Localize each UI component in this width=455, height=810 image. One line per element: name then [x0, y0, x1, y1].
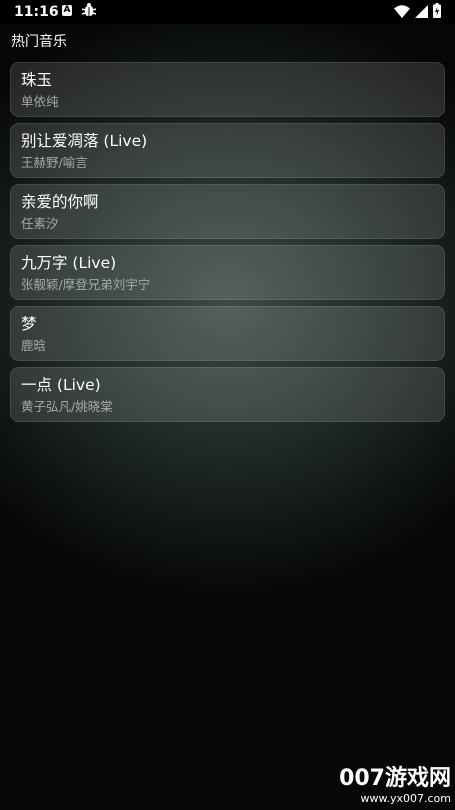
- song-item[interactable]: 九万字 (Live) 张靓颖/摩登兄弟刘宇宁: [10, 245, 445, 300]
- song-title: 别让爱凋落 (Live): [21, 132, 148, 150]
- a-notification-icon: A: [62, 5, 72, 16]
- status-icons: [394, 2, 441, 22]
- song-item[interactable]: 一点 (Live) 黄子弘凡/姚晓棠: [10, 367, 445, 422]
- song-artist: 黄子弘凡/姚晓棠: [21, 399, 113, 414]
- song-list: 珠玉 单依纯 别让爱凋落 (Live) 王赫野/喻言 亲爱的你啊 任素汐 九万字…: [10, 62, 445, 422]
- song-title: 一点 (Live): [21, 376, 101, 394]
- song-item[interactable]: 梦 鹿晗: [10, 306, 445, 361]
- status-bar: 11:16 A: [0, 0, 455, 24]
- bug-icon: [81, 2, 97, 23]
- status-time: 11:16: [14, 4, 59, 20]
- song-artist: 鹿晗: [21, 338, 47, 353]
- song-title: 亲爱的你啊: [21, 193, 99, 211]
- watermark-url: www.yx007.com: [360, 792, 451, 805]
- battery-icon: [433, 2, 441, 22]
- song-artist: 王赫野/喻言: [21, 155, 88, 170]
- song-item[interactable]: 珠玉 单依纯: [10, 62, 445, 117]
- song-artist: 单依纯: [21, 94, 59, 109]
- watermark-brand: 007游戏网: [339, 766, 451, 791]
- song-item[interactable]: 别让爱凋落 (Live) 王赫野/喻言: [10, 123, 445, 178]
- song-title: 梦: [21, 315, 37, 333]
- section-title: 热门音乐: [11, 34, 67, 50]
- song-item[interactable]: 亲爱的你啊 任素汐: [10, 184, 445, 239]
- signal-icon: [415, 3, 428, 22]
- song-artist: 任素汐: [21, 216, 59, 231]
- song-title: 九万字 (Live): [21, 254, 117, 272]
- song-title: 珠玉: [21, 71, 53, 89]
- watermark: 007游戏网 www.yx007.com: [339, 766, 451, 806]
- song-artist: 张靓颖/摩登兄弟刘宇宁: [21, 277, 151, 292]
- wifi-icon: [394, 3, 410, 22]
